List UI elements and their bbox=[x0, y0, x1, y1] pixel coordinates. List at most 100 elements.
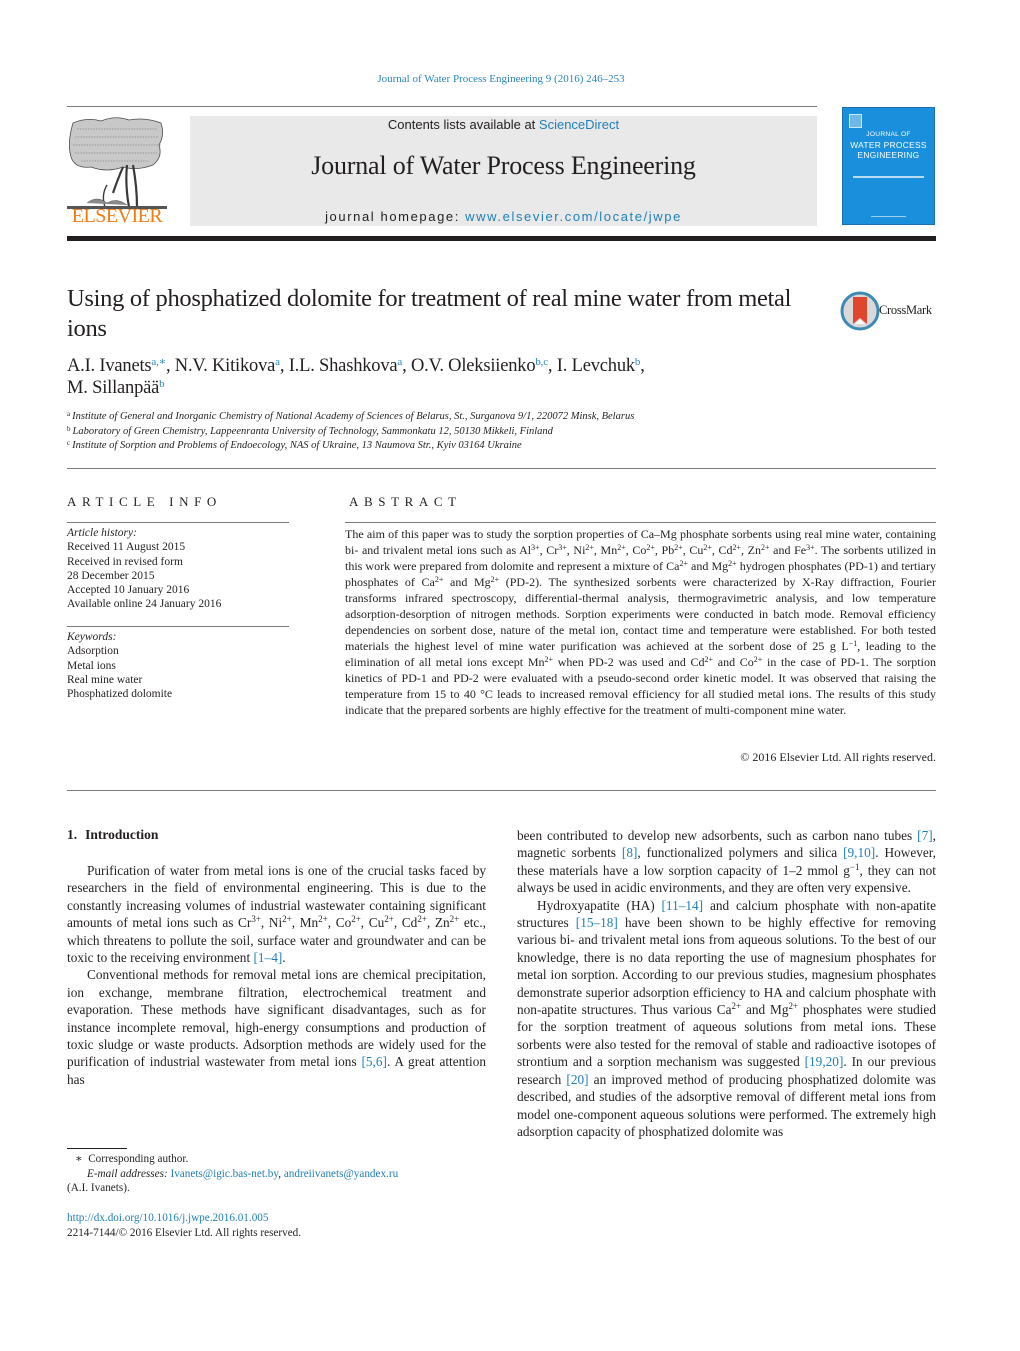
cover-publisher-logo-icon bbox=[849, 114, 862, 128]
contents-availability-line: Contents lists available at ScienceDirec… bbox=[190, 117, 817, 132]
article-history: Article history: Received 11 August 2015… bbox=[67, 526, 289, 612]
corresponding-text: Corresponding author. bbox=[88, 1153, 189, 1165]
citation-link[interactable]: [1–4] bbox=[253, 950, 282, 965]
cover-title-line: JOURNAL OF bbox=[866, 131, 911, 138]
article-history-list: Received 11 August 2015 Received in revis… bbox=[67, 540, 289, 611]
doi-block: http://dx.doi.org/10.1016/j.jwpe.2016.01… bbox=[67, 1211, 497, 1240]
corresponding-author-note: ∗ Corresponding author. bbox=[67, 1152, 497, 1167]
keywords-list: Adsorption Metal ions Real mine water Phosp… bbox=[67, 644, 289, 701]
body-paragraph: been contributed to develop new adsorben… bbox=[517, 828, 936, 896]
keywords-rule bbox=[67, 626, 289, 627]
author-affiliation-marker[interactable]: b bbox=[159, 378, 165, 390]
superscript: 2+ bbox=[761, 543, 770, 552]
history-entry: Received 11 August 2015 bbox=[67, 541, 186, 554]
history-entry: Available online 24 January 2016 bbox=[67, 598, 222, 611]
author[interactable]: N.V. Kitikovaa bbox=[175, 356, 280, 376]
cover-title-line: WATER PROCESS bbox=[850, 140, 927, 150]
affiliation-key: b bbox=[67, 424, 71, 433]
citation-link[interactable]: [20] bbox=[566, 1072, 588, 1087]
citation-link[interactable]: [8] bbox=[622, 845, 638, 860]
affiliation-text: Institute of Sorption and Problems of En… bbox=[72, 440, 522, 452]
superscript: 2+ bbox=[704, 655, 714, 664]
affiliations: a Institute of General and Inorganic Chem… bbox=[67, 410, 947, 454]
email-link[interactable]: Ivanets@igic.bas-net.by bbox=[170, 1168, 278, 1180]
header-divider bbox=[67, 468, 936, 469]
email-addresses: E-mail addresses: Ivanets@igic.bas-net.b… bbox=[87, 1167, 399, 1180]
keyword[interactable]: Adsorption bbox=[67, 644, 289, 658]
body-paragraph: Hydroxyapatite (HA) [11–14] and calcium … bbox=[517, 897, 936, 1139]
superscript: −1 bbox=[848, 639, 858, 648]
superscript: 2+ bbox=[384, 914, 394, 925]
cover-subtitle-bar bbox=[853, 176, 924, 178]
corresponding-mark: ∗ bbox=[75, 1153, 83, 1165]
citation-link[interactable]: [5,6] bbox=[361, 1054, 386, 1069]
running-head-citation[interactable]: Journal of Water Process Engineering 9 (… bbox=[0, 73, 1002, 85]
superscript: 2+ bbox=[351, 914, 361, 925]
keywords-label: Keywords: bbox=[67, 631, 117, 643]
superscript: 2+ bbox=[544, 655, 554, 664]
email-label: E-mail addresses: bbox=[87, 1167, 168, 1180]
keyword[interactable]: Metal ions bbox=[67, 659, 289, 673]
footnotes: ∗ Corresponding author. E-mail addresses… bbox=[67, 1152, 497, 1196]
email-owner: (A.I. Ivanets). bbox=[67, 1182, 130, 1195]
history-entry: 28 December 2015 bbox=[67, 569, 155, 582]
issn-copyright: 2214-7144/© 2016 Elsevier Ltd. All right… bbox=[67, 1226, 302, 1239]
article-title: Using of phosphatized dolomite for treat… bbox=[67, 285, 792, 342]
abstract-copyright: © 2016 Elsevier Ltd. All rights reserved… bbox=[740, 750, 936, 764]
journal-cover-thumbnail[interactable]: JOURNAL OF WATER PROCESS ENGINEERING bbox=[842, 107, 935, 225]
article-info-heading: ARTICLE INFO bbox=[67, 494, 222, 509]
author-list: A.I. Ivanetsa,∗, N.V. Kitikovaa, I.L. Sh… bbox=[67, 356, 645, 398]
author-name[interactable]: N.V. Kitikova bbox=[175, 356, 276, 376]
elsevier-wordmark: ELSEVIER bbox=[71, 205, 163, 227]
body-right-column: been contributed to develop new adsorben… bbox=[517, 827, 936, 1140]
citation-link[interactable]: [9,10] bbox=[843, 845, 875, 860]
history-entry: Received in revised form bbox=[67, 555, 183, 568]
author[interactable]: A.I. Ivanetsa,∗ bbox=[67, 356, 166, 376]
author-name[interactable]: M. Sillanpää bbox=[67, 378, 159, 398]
author-affiliation-marker[interactable]: a bbox=[397, 356, 402, 368]
author[interactable]: I.L. Shashkovaa bbox=[289, 356, 403, 376]
author-affiliation-marker[interactable]: b bbox=[635, 356, 641, 368]
author-affiliation-marker[interactable]: a,∗ bbox=[151, 356, 166, 368]
keyword[interactable]: Phosphatized dolomite bbox=[67, 687, 289, 701]
superscript: 2+ bbox=[585, 543, 594, 552]
email-link[interactable]: andreiivanets@yandex.ru bbox=[284, 1168, 398, 1180]
article-history-label: Article history: bbox=[67, 527, 137, 539]
affiliation: c Institute of Sorption and Problems of E… bbox=[67, 439, 947, 454]
author-name[interactable]: O.V. Oleksiienko bbox=[411, 356, 536, 376]
author-name[interactable]: A.I. Ivanets bbox=[67, 356, 152, 376]
author[interactable]: I. Levchukb bbox=[557, 356, 641, 376]
author[interactable]: M. Sillanpääb bbox=[67, 378, 165, 398]
abstract-text: The aim of this paper was to study the s… bbox=[345, 527, 937, 717]
superscript: 2+ bbox=[788, 1001, 799, 1012]
author-affiliation-marker[interactable]: a bbox=[275, 356, 280, 368]
citation-link[interactable]: [11–14] bbox=[661, 898, 703, 913]
journal-name: Journal of Water Process Engineering bbox=[311, 151, 696, 180]
author-name[interactable]: I.L. Shashkova bbox=[289, 356, 398, 376]
citation-link[interactable]: [15–18] bbox=[576, 915, 618, 930]
superscript: 2+ bbox=[434, 575, 444, 584]
superscript: 2+ bbox=[449, 914, 460, 925]
author-name[interactable]: I. Levchuk bbox=[557, 356, 635, 376]
author[interactable]: O.V. Oleksiienkob,c bbox=[411, 356, 548, 376]
sciencedirect-link[interactable]: ScienceDirect bbox=[539, 117, 619, 132]
superscript: 2+ bbox=[617, 543, 626, 552]
section-number: 1. bbox=[67, 827, 78, 842]
masthead-top-rule bbox=[67, 106, 817, 107]
crossmark-icon[interactable] bbox=[840, 291, 880, 331]
crossmark-label[interactable]: CrossMark bbox=[879, 303, 932, 318]
superscript: 3+ bbox=[806, 543, 815, 552]
citation-link[interactable]: [7] bbox=[917, 828, 933, 843]
journal-homepage-link[interactable]: www.elsevier.com/locate/jwpe bbox=[465, 209, 682, 224]
superscript: 3+ bbox=[531, 543, 540, 552]
doi-link[interactable]: http://dx.doi.org/10.1016/j.jwpe.2016.01… bbox=[67, 1211, 497, 1226]
abstract-rule bbox=[345, 522, 936, 523]
abstract-heading: ABSTRACT bbox=[349, 494, 462, 509]
keyword[interactable]: Real mine water bbox=[67, 673, 289, 687]
superscript: 3+ bbox=[251, 914, 261, 925]
author-affiliation-marker[interactable]: b,c bbox=[535, 356, 548, 368]
affiliation-text: Institute of General and Inorganic Chemi… bbox=[72, 411, 635, 422]
journal-homepage-line: journal homepage: www.elsevier.com/locat… bbox=[190, 209, 817, 224]
superscript: 2+ bbox=[731, 1001, 742, 1012]
citation-link[interactable]: [19,20] bbox=[805, 1054, 844, 1069]
